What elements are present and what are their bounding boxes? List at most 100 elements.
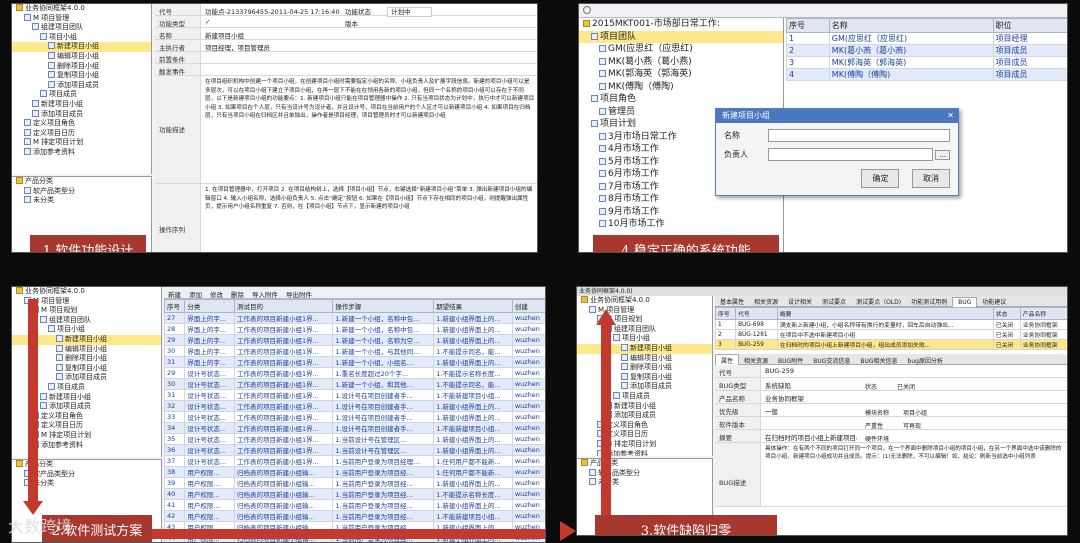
tab[interactable]: 设计相关 — [783, 296, 817, 307]
tree-node[interactable]: 添加参考资料 — [577, 449, 712, 456]
table-row[interactable]: 42 用户权限... 归档表的项目新建小组输... 1.当前用户登录为项目经... 1.… — [163, 510, 545, 522]
status-value[interactable]: 计划中 — [387, 7, 432, 17]
field-value[interactable]: 在归档时的项目小组上新建项目小组，输出提示显示名称和附件为新建成的项目小组的状态 — [761, 430, 857, 442]
table-row[interactable]: 30 设计号状态... 工作表的项目新建小组1界... 1.新建一个小组，和其他...… — [163, 378, 545, 390]
tree-node[interactable]: M 项目管理 — [12, 13, 151, 24]
group-name-input[interactable] — [768, 129, 950, 142]
tree-node[interactable]: 定义项目角色 — [12, 119, 151, 129]
tab[interactable]: 基本属性 — [715, 296, 749, 307]
tree-node[interactable]: 2015MKT001-市场部日常工作: — [579, 18, 783, 31]
field-value[interactable]: 新建项目小组 — [201, 28, 537, 40]
column-header[interactable]: 产品名称 — [1019, 307, 1067, 320]
tree-node[interactable]: 添加项目成员 — [12, 80, 151, 91]
desc-text[interactable]: 在项目组织机构中创建一个项目小组，在创建项目小组时需要指定小组的名称、小组负责人… — [201, 76, 537, 183]
search-icon[interactable] — [583, 6, 591, 14]
table-row[interactable]: 38 用户权限... 归档表的项目新建小组输... 1.当前用户登录为项目经... 1.… — [163, 466, 545, 478]
field-value[interactable] — [201, 64, 537, 75]
tree-node[interactable]: 编辑项目小组 — [12, 51, 151, 62]
module-tree[interactable]: 业务协同框架4.0.0 M 项目管理 组建项目团队 项目小组 新建项目小组 编辑项目小组删… — [12, 4, 152, 174]
column-header[interactable]: 操作步骤 — [332, 299, 435, 313]
tree-node[interactable]: 产品分类 — [12, 177, 151, 187]
table-row[interactable]: 1 BUG-698 满支新上新建小组，小组名称带有换行的变量时，回车后自动弹出...… — [714, 319, 1067, 330]
tree-node[interactable]: 编辑项目小组 — [577, 353, 712, 364]
tree-node[interactable]: 项目小组 — [577, 334, 712, 344]
tree-node[interactable]: 添加项目成员 — [577, 411, 712, 421]
table-row[interactable]: 1 GM(应思红（应思红) 项目经理 — [786, 32, 1067, 45]
tree-node[interactable]: 新建项目小组 — [577, 401, 712, 412]
cancel-button[interactable]: 取消 — [912, 169, 950, 188]
field-value[interactable]: ✓ — [201, 16, 537, 27]
tree-node[interactable]: 项目团队 — [579, 30, 783, 43]
ops-text[interactable]: 1. 在项目管理器中，打开项目 2. 在项目结构树上，选择【项目小组】节点，右键… — [201, 184, 537, 252]
field-value[interactable]: 业务协同框架 — [761, 391, 857, 403]
close-icon[interactable]: ✕ — [947, 109, 954, 123]
tree-node[interactable]: MK(傅陶（傅陶) — [579, 81, 783, 94]
table-row[interactable]: 2 BUG-1281 在项目中不选中新建项目小组 已关闭 业务协同框架 — [714, 329, 1067, 340]
table-row[interactable]: 2 MK(葛小燕（葛小燕) 项目成员 — [786, 44, 1067, 57]
tree-node[interactable]: 项目小组 — [12, 32, 151, 43]
toolbar-button[interactable]: 添加 — [189, 291, 202, 299]
tree-node[interactable]: 添加项目成员 — [577, 382, 712, 392]
ok-button[interactable]: 确定 — [861, 169, 900, 188]
tree-node[interactable]: 产品分类 — [577, 459, 712, 469]
toolbar-button[interactable]: 导入附件 — [252, 291, 278, 299]
column-header[interactable]: 概要 — [776, 307, 994, 320]
column-header[interactable]: 状态 — [992, 307, 1021, 320]
column-header[interactable]: 名称 — [828, 18, 994, 33]
table-row[interactable]: 29 设计号状态... 工作表的项目新建小组1界... 1.重名长度超过20个字...… — [163, 367, 545, 379]
table-row[interactable]: 31 界面上的字... 工作表的项目新建小组1界... 1.新建一个小组，小组名...… — [163, 356, 545, 368]
tree-node[interactable]: 删除项目小组 — [12, 61, 151, 72]
table-row[interactable]: 28 界面上的字... 工作表的项目新建小组1界... 1.新建一个小组，名称中包..… — [163, 323, 545, 335]
toolbar-button[interactable]: 删除 — [231, 291, 244, 299]
tab[interactable]: 功能建议 — [977, 296, 1011, 307]
tree-node[interactable]: MK(郭海英（郭海英) — [579, 68, 783, 81]
field-value[interactable] — [201, 52, 537, 63]
tree-node[interactable]: 复制项目小组 — [577, 372, 712, 383]
field-value[interactable]: 项目经理，项目管理员 — [201, 40, 537, 52]
tab[interactable]: 测试要点 — [817, 296, 851, 307]
tree-node[interactable]: 业务协同框架4.0.0 — [12, 287, 161, 297]
table-row[interactable]: 34 设计号状态... 工作表的项目新建小组1界... 1.设计号在项目创建者手...… — [163, 422, 545, 434]
tree-node[interactable]: 新建项目小组 — [12, 99, 151, 110]
tree-node[interactable]: GM(应思红（应思红) — [579, 43, 783, 56]
table-row[interactable]: 39 用户权限... 归档表的项目新建小组输... 1.当前用户登录为项目经... 1.… — [163, 477, 545, 489]
tree-node[interactable]: 未分类 — [577, 478, 712, 488]
column-header[interactable]: 序号 — [786, 18, 830, 33]
table-row[interactable]: 27 界面上的字... 工作表的项目新建小组1界... 1.新建一个小组，名称中包..… — [163, 312, 545, 324]
table-row[interactable]: 4 MK(傅陶（傅陶) 项目成员 — [786, 68, 1067, 81]
tab[interactable]: 相关资源 — [749, 296, 783, 307]
tab[interactable]: 功能测试用例 — [906, 296, 952, 307]
tree-node[interactable]: M 排定项目计划 — [12, 138, 151, 148]
tree-node[interactable]: 软产品类型分 — [12, 186, 151, 197]
column-header[interactable]: 代号 — [735, 307, 778, 320]
tree-node[interactable]: 业务协同框架4.0.0 — [577, 296, 712, 306]
tree-node[interactable]: 添加参考资料 — [12, 147, 151, 158]
table-row[interactable]: 36 设计号状态... 工作表的项目新建小组1界... 1.当前设计号在管理区... 1… — [163, 444, 545, 456]
tab[interactable]: BUG — [952, 297, 978, 307]
tree-node[interactable]: 组建项目团队 — [577, 324, 712, 335]
tree-node[interactable]: 定义项目日历 — [12, 128, 151, 139]
tree-node[interactable]: 删除项目小组 — [577, 363, 712, 373]
sub-tab[interactable]: bug原因分析 — [903, 355, 948, 366]
tree-node[interactable]: 新建项目小组 — [577, 343, 712, 354]
owner-input[interactable] — [768, 148, 934, 161]
tree-node[interactable]: 组建项目团队 — [12, 23, 151, 33]
table-row[interactable]: 40 用户权限... 归档表的项目新建小组输... 1.当前用户登录为项目经... 1.… — [163, 488, 545, 500]
tree-node[interactable]: 复制项目小组 — [12, 71, 151, 81]
tree-node[interactable]: M 排定项目计划 — [577, 439, 712, 450]
field-value[interactable]: 系统缺陷 — [761, 378, 857, 390]
table-row[interactable]: 30 界面上的字... 工作表的项目新建小组1界... 1.新建一个小组，与其他同..… — [163, 345, 545, 357]
column-header[interactable]: 分类 — [184, 299, 235, 313]
table-row[interactable]: 33 设计号状态... 工作表的项目新建小组1界... 1.设计号在项目创建者手...… — [163, 411, 545, 423]
column-header[interactable]: 测试目的 — [233, 299, 334, 313]
tree-node[interactable]: 9月市场工作 — [579, 206, 783, 219]
browse-button[interactable]: ... — [935, 149, 950, 160]
tree-node[interactable]: 项目角色 — [579, 93, 783, 106]
table-row[interactable]: 32 设计号状态... 工作表的项目新建小组1界... 1.设计号在项目创建者手...… — [163, 400, 545, 412]
column-header[interactable]: 创建 — [511, 299, 545, 313]
toolbar-button[interactable]: 新建 — [168, 291, 181, 299]
module-value[interactable]: 项目小组 — [903, 410, 927, 417]
column-header[interactable]: 序号 — [163, 299, 186, 313]
tree-node[interactable]: 定义项目角色 — [577, 420, 712, 431]
tree-node[interactable]: 添加项目成员 — [12, 109, 151, 120]
